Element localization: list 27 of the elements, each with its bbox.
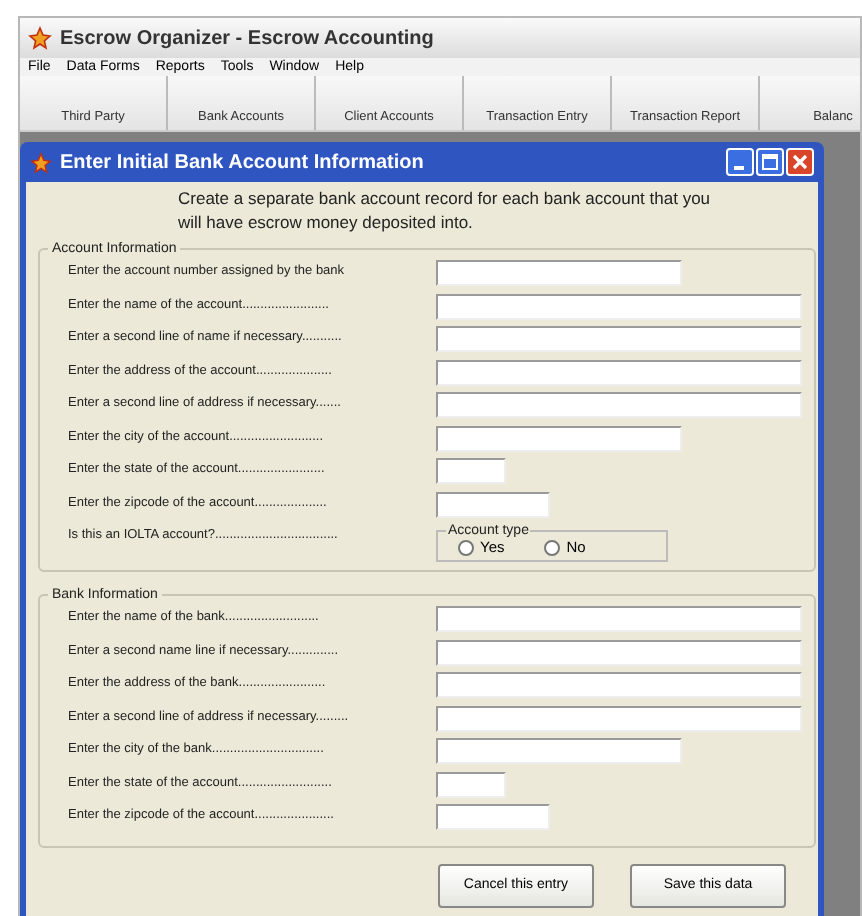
star-icon xyxy=(28,26,52,50)
input-field[interactable] xyxy=(436,491,550,517)
dialog-title: Enter Initial Bank Account Information xyxy=(60,151,426,173)
close-button[interactable] xyxy=(786,148,814,176)
input-field[interactable] xyxy=(436,738,682,764)
star-icon xyxy=(30,151,52,173)
input-field[interactable] xyxy=(436,425,682,451)
instruction-text: Create a separate bank account record for each bank account that you will have escrow money deposited into. xyxy=(178,186,713,234)
minimize-button[interactable] xyxy=(726,148,754,176)
input-field[interactable] xyxy=(436,705,802,731)
maximize-button[interactable] xyxy=(756,148,784,176)
window-title: Escrow Organizer - Escrow Accounting xyxy=(60,27,434,49)
input-field[interactable] xyxy=(436,606,802,632)
maximize-icon xyxy=(762,154,778,170)
input-field[interactable] xyxy=(436,771,506,797)
input-field[interactable] xyxy=(436,672,802,698)
input-field[interactable] xyxy=(436,359,802,385)
input-field[interactable] xyxy=(436,639,802,665)
input-field[interactable] xyxy=(436,392,802,418)
input-field[interactable] xyxy=(436,326,802,352)
radio-button[interactable] xyxy=(458,539,474,555)
input-field[interactable] xyxy=(436,260,682,286)
input-field[interactable] xyxy=(436,458,506,484)
radio-button[interactable] xyxy=(544,539,561,555)
close-icon xyxy=(792,154,808,170)
input-field[interactable] xyxy=(436,804,550,830)
input-field[interactable] xyxy=(436,293,802,319)
